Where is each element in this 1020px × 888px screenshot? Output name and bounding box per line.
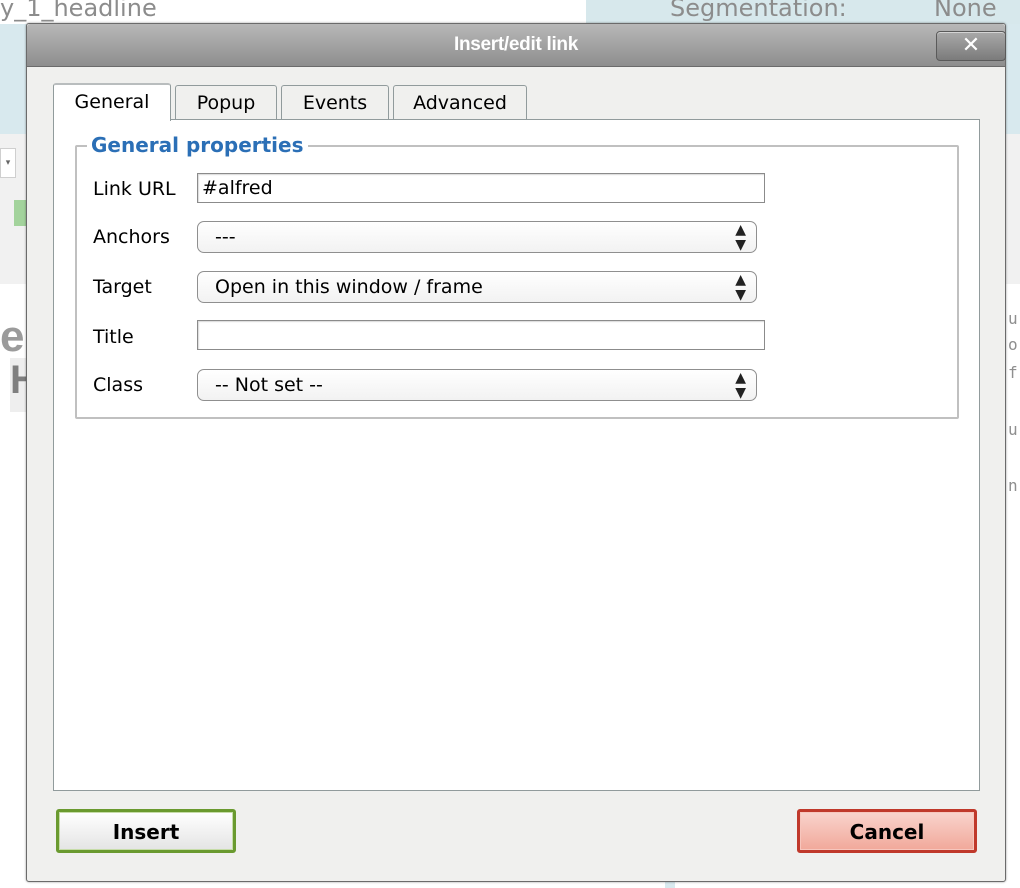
background-segmentation-value: None <box>934 0 997 22</box>
tab-events[interactable]: Events <box>281 85 389 119</box>
close-button[interactable]: ✕ <box>936 31 1006 61</box>
background-image-icon <box>14 200 26 226</box>
background-code-line: u <box>1008 420 1018 439</box>
class-select[interactable]: -- Not set -- ▲ ▼ <box>197 369 757 401</box>
general-properties-fieldset: General properties Link URL #alfred Anch… <box>75 133 959 419</box>
background-dropdown-button: ▾ <box>0 148 16 178</box>
tab-general[interactable]: General <box>53 83 171 121</box>
fieldset-legend: General properties <box>87 133 308 157</box>
close-icon: ✕ <box>961 33 981 58</box>
background-segmentation-label: Segmentation: <box>670 0 847 22</box>
anchors-selected-value: --- <box>215 226 236 248</box>
title-label: Title <box>93 326 134 348</box>
select-arrows-icon: ▲ ▼ <box>735 272 746 303</box>
anchors-label: Anchors <box>93 226 170 248</box>
background-code-line: o <box>1008 335 1018 354</box>
background-heading-fragment: e <box>0 312 25 361</box>
tab-advanced[interactable]: Advanced <box>393 85 527 119</box>
anchors-select[interactable]: --- ▲ ▼ <box>197 221 757 253</box>
class-selected-value: -- Not set -- <box>215 374 323 396</box>
cancel-button[interactable]: Cancel <box>797 809 977 853</box>
dialog-title: Insert/edit link <box>453 34 578 55</box>
link-url-label: Link URL <box>93 178 176 200</box>
select-arrows-icon: ▲ ▼ <box>735 370 746 401</box>
background-code-line: n <box>1008 476 1018 495</box>
general-tab-panel: General properties Link URL #alfred Anch… <box>53 119 980 791</box>
background-headline-text: y_1_headline <box>0 0 157 22</box>
class-label: Class <box>93 374 143 396</box>
select-arrows-icon: ▲ ▼ <box>735 222 746 253</box>
background-code-line: u <box>1008 309 1018 328</box>
target-selected-value: Open in this window / frame <box>215 276 483 298</box>
link-url-input[interactable]: #alfred <box>197 173 765 203</box>
title-input[interactable] <box>197 320 765 350</box>
target-select[interactable]: Open in this window / frame ▲ ▼ <box>197 271 757 303</box>
insert-edit-link-dialog: Insert/edit link ✕ General Popup Events … <box>26 23 1006 882</box>
dialog-titlebar[interactable]: Insert/edit link ✕ <box>27 24 1006 67</box>
tab-popup[interactable]: Popup <box>175 85 277 119</box>
insert-button[interactable]: Insert <box>56 809 236 853</box>
target-label: Target <box>93 276 152 298</box>
background-code-line: f <box>1008 363 1018 382</box>
